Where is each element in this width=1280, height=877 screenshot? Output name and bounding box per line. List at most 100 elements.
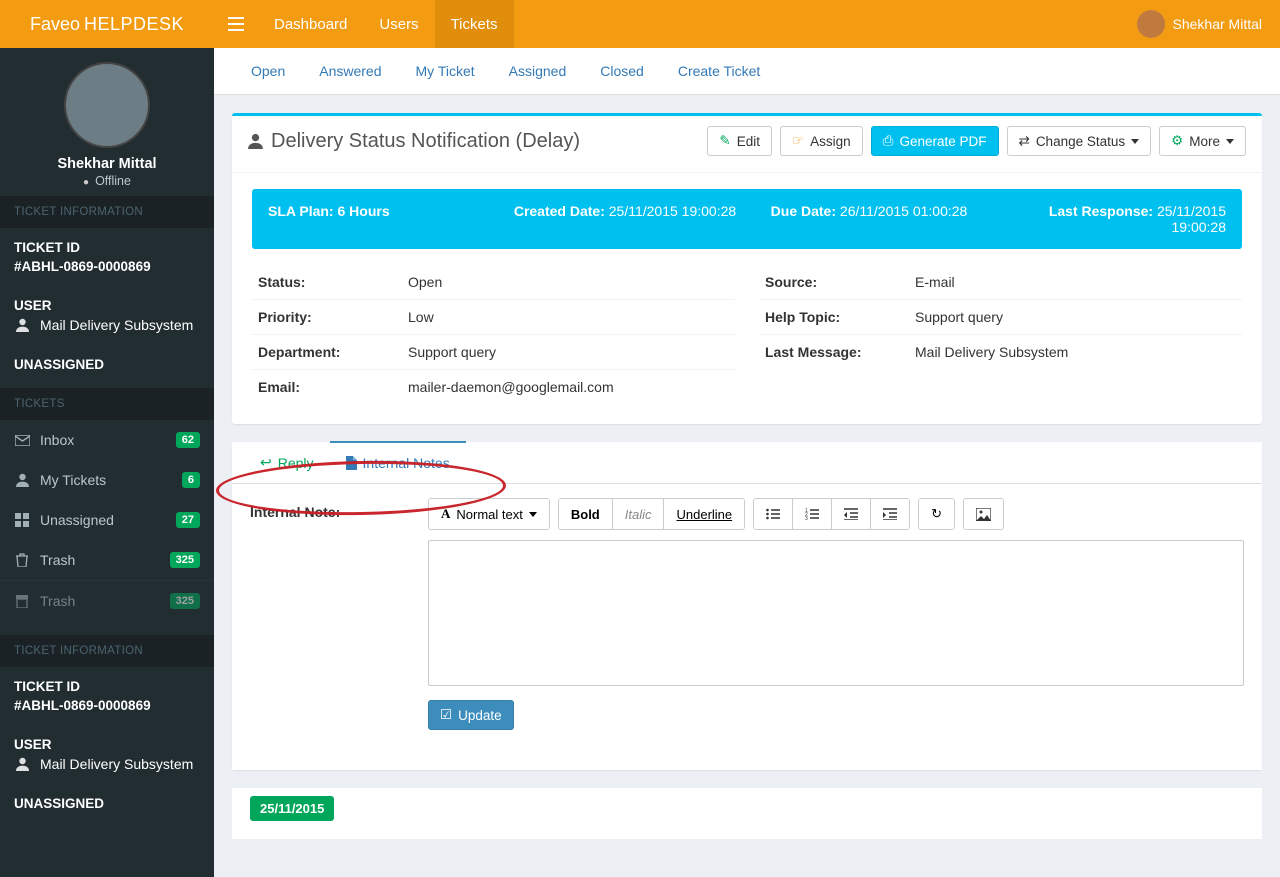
hand-icon: ☞ — [792, 133, 804, 149]
sidebar-header-ticketinfo-2: TICKET INFORMATION — [0, 635, 214, 667]
list-ol-icon: 123 — [805, 508, 819, 520]
undo-icon: ↻ — [931, 506, 942, 522]
ol-button[interactable]: 123 — [792, 499, 831, 529]
image-button[interactable] — [964, 499, 1003, 529]
main-area: Open Answered My Ticket Assigned Closed … — [214, 48, 1280, 877]
topbar: Faveo HELPDESK Dashboard Users Tickets S… — [0, 0, 1280, 48]
tab-myticket[interactable]: My Ticket — [401, 48, 490, 94]
action-buttons: ✎ Edit ☞ Assign ⎙ Generate PDF ⇄ Change … — [707, 126, 1246, 156]
badge: 6 — [182, 472, 200, 488]
sidebar-header-ticketinfo: TICKET INFORMATION — [0, 196, 214, 228]
sidebar-item-unassigned[interactable]: Unassigned 27 — [0, 500, 214, 540]
tab-reply[interactable]: ↩ Reply — [244, 442, 330, 483]
editor-toolbar: A Normal text Bold Italic Underline — [428, 498, 1244, 530]
brand-bold: HELPDESK — [84, 14, 184, 35]
sidebar-status: Offline — [0, 174, 214, 188]
sidebar-username: Shekhar Mittal — [0, 156, 214, 172]
generate-pdf-button[interactable]: ⎙ Generate PDF — [871, 126, 999, 156]
sidebar-item-mytickets[interactable]: My Tickets 6 — [0, 460, 214, 500]
bold-button[interactable]: Bold — [559, 499, 612, 529]
user-icon — [14, 473, 30, 487]
pencil-icon: ✎ — [719, 133, 730, 149]
more-button[interactable]: ⚙ More — [1159, 126, 1246, 156]
nav-users[interactable]: Users — [363, 0, 434, 48]
sidebar-unassigned-2: UNASSIGNED — [0, 784, 214, 827]
tab-open[interactable]: Open — [236, 48, 300, 94]
exchange-icon: ⇄ — [1019, 133, 1030, 149]
reply-icon: ↩ — [260, 454, 272, 471]
check-icon: ☑ — [440, 707, 452, 723]
page-title: Delivery Status Notification (Delay) — [248, 130, 580, 153]
edit-button[interactable]: ✎ Edit — [707, 126, 772, 156]
user-icon — [248, 133, 263, 149]
info-grid: Status:Open Priority:Low Department:Supp… — [252, 265, 1242, 404]
hamburger-toggle[interactable] — [214, 0, 258, 48]
sidebar-item-trash-2[interactable]: Trash 325 — [0, 580, 214, 621]
badge: 27 — [176, 512, 200, 528]
brand-light: Faveo — [30, 14, 80, 35]
timeline: 25/11/2015 — [232, 788, 1262, 839]
font-icon: A — [441, 506, 450, 522]
print-icon: ⎙ — [883, 133, 894, 149]
caret-down-icon — [529, 512, 537, 517]
reply-panel: ↩ Reply Internal Notes Internal Note: A — [232, 442, 1262, 770]
tab-answered[interactable]: Answered — [304, 48, 396, 94]
sidebar-unassigned: UNASSIGNED — [0, 345, 214, 388]
svg-text:3: 3 — [805, 516, 808, 520]
brand-logo[interactable]: Faveo HELPDESK — [0, 0, 214, 48]
sla-bar: SLA Plan: 6 Hours Created Date: 25/11/20… — [252, 189, 1242, 249]
badge: 62 — [176, 432, 200, 448]
caret-down-icon — [1131, 139, 1139, 144]
sidebar-user: Shekhar Mittal Offline — [0, 48, 214, 196]
image-icon — [976, 508, 991, 521]
inbox-icon — [14, 435, 30, 446]
italic-button[interactable]: Italic — [612, 499, 664, 529]
underline-button[interactable]: Underline — [663, 499, 744, 529]
trash-icon — [14, 553, 30, 567]
gear-icon: ⚙ — [1171, 133, 1183, 149]
tab-create[interactable]: Create Ticket — [663, 48, 775, 94]
user-icon — [14, 318, 30, 332]
topbar-user[interactable]: Shekhar Mittal — [1137, 0, 1280, 48]
topuser-name: Shekhar Mittal — [1173, 16, 1262, 32]
outdent-icon — [844, 508, 858, 520]
tab-internal-notes[interactable]: Internal Notes — [330, 441, 466, 483]
badge: 325 — [170, 593, 200, 609]
list-ul-icon — [766, 508, 780, 520]
sidebar-avatar — [64, 62, 150, 148]
nav-dashboard[interactable]: Dashboard — [258, 0, 363, 48]
hamburger-icon — [228, 17, 244, 31]
sub-tabs: ↩ Reply Internal Notes — [232, 442, 1262, 484]
indent-icon — [883, 508, 897, 520]
file-icon — [346, 456, 357, 470]
outdent-button[interactable] — [831, 499, 870, 529]
ul-button[interactable] — [754, 499, 792, 529]
sidebar-user-block: USER Mail Delivery Subsystem — [0, 286, 214, 345]
sidebar-header-tickets: TICKETS — [0, 388, 214, 420]
tab-closed[interactable]: Closed — [585, 48, 659, 94]
change-status-button[interactable]: ⇄ Change Status — [1007, 126, 1152, 156]
sidebar-ticket-id: TICKET ID #ABHL-0869-0000869 — [0, 228, 214, 286]
note-label: Internal Note: — [250, 498, 410, 750]
tabbar: Open Answered My Ticket Assigned Closed … — [214, 48, 1280, 95]
assign-button[interactable]: ☞ Assign — [780, 126, 863, 156]
badge: 325 — [170, 552, 200, 568]
sidebar-nav: Inbox 62 My Tickets 6 Unassigned 27 Tras… — [0, 420, 214, 621]
user-icon — [14, 757, 30, 771]
sidebar-item-inbox[interactable]: Inbox 62 — [0, 420, 214, 460]
sidebar-item-trash[interactable]: Trash 325 — [0, 540, 214, 580]
sidebar-user-block-2: USER Mail Delivery Subsystem — [0, 725, 214, 784]
indent-button[interactable] — [870, 499, 909, 529]
undo-button[interactable]: ↻ — [919, 499, 954, 529]
format-dropdown[interactable]: A Normal text — [429, 499, 549, 529]
update-button[interactable]: ☑ Update — [428, 700, 514, 730]
nav-tickets[interactable]: Tickets — [435, 0, 514, 48]
ticket-panel: Delivery Status Notification (Delay) ✎ E… — [232, 113, 1262, 424]
caret-down-icon — [1226, 139, 1234, 144]
note-textarea[interactable] — [428, 540, 1244, 686]
grid-icon — [14, 513, 30, 527]
tab-assigned[interactable]: Assigned — [494, 48, 582, 94]
sidebar-ticket-id-2: TICKET ID #ABHL-0869-0000869 — [0, 667, 214, 725]
timeline-date: 25/11/2015 — [250, 796, 334, 821]
topnav: Dashboard Users Tickets — [258, 0, 514, 48]
